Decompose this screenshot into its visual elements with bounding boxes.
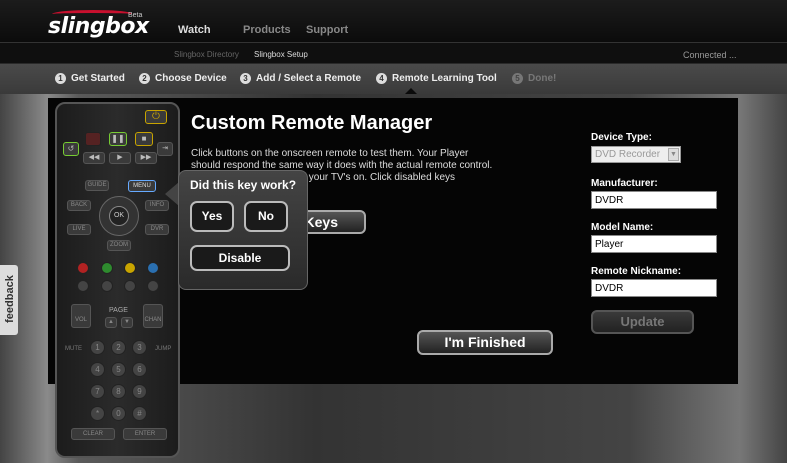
enter-button[interactable]: ENTER bbox=[123, 428, 167, 440]
mute-button[interactable]: MUTE bbox=[65, 346, 82, 352]
zoom-button[interactable]: ZOOM bbox=[107, 240, 131, 251]
guide-button[interactable]: GUIDE bbox=[85, 180, 109, 191]
sub-nav-bar: Slingbox Directory Slingbox Setup Connec… bbox=[0, 42, 787, 64]
step-choose-device: 2 Choose Device bbox=[139, 73, 227, 84]
digit-1[interactable]: 1 bbox=[90, 340, 105, 355]
replay-icon[interactable]: ↺ bbox=[63, 142, 79, 156]
jump-button[interactable]: JUMP bbox=[155, 346, 171, 352]
rewind-icon[interactable]: ◀◀ bbox=[83, 152, 105, 164]
update-button[interactable]: Update bbox=[591, 310, 694, 334]
fast-forward-icon[interactable]: ▶▶ bbox=[135, 152, 157, 164]
device-type-label: Device Type: bbox=[591, 132, 652, 143]
beta-badge: Beta bbox=[128, 12, 143, 19]
step-done: 5 Done! bbox=[512, 73, 556, 84]
extra-button-1[interactable] bbox=[77, 280, 89, 292]
remote-nickname-field[interactable]: DVDR bbox=[591, 279, 717, 297]
blue-button[interactable] bbox=[147, 262, 159, 274]
record-button[interactable] bbox=[85, 132, 101, 146]
yellow-button[interactable] bbox=[124, 262, 136, 274]
disable-button[interactable]: Disable bbox=[190, 245, 290, 271]
yes-button[interactable]: Yes bbox=[190, 201, 234, 232]
extra-button-4[interactable] bbox=[147, 280, 159, 292]
back-button[interactable]: BACK bbox=[67, 200, 91, 211]
extra-button-2[interactable] bbox=[101, 280, 113, 292]
extra-button-3[interactable] bbox=[124, 280, 136, 292]
digit-5[interactable]: 5 bbox=[111, 362, 126, 377]
connection-status: Connected ... bbox=[683, 50, 737, 60]
power-icon[interactable]: ⏻ bbox=[145, 110, 167, 124]
model-name-label: Model Name: bbox=[591, 222, 654, 233]
manufacturer-label: Manufacturer: bbox=[591, 178, 658, 189]
live-button[interactable]: LIVE bbox=[67, 224, 91, 235]
vol-button[interactable]: VOL bbox=[71, 304, 91, 328]
clear-button[interactable]: CLEAR bbox=[71, 428, 115, 440]
setup-steps-bar: 1 Get Started 2 Choose Device 3 Add / Selec… bbox=[0, 64, 787, 94]
digit-hash[interactable]: # bbox=[132, 406, 147, 421]
step-get-started: 1 Get Started bbox=[55, 73, 125, 84]
remote-nickname-label: Remote Nickname: bbox=[591, 266, 682, 277]
top-bar: slingbox Beta Watch Products Support bbox=[0, 0, 787, 42]
chevron-down-icon: ▼ bbox=[668, 148, 679, 161]
model-name-field[interactable]: Player bbox=[591, 235, 717, 253]
digit-7[interactable]: 7 bbox=[90, 384, 105, 399]
step-remote-learning-tool: 4 Remote Learning Tool bbox=[376, 73, 497, 84]
stop-icon[interactable]: ■ bbox=[135, 132, 153, 146]
subnav-slingbox-directory[interactable]: Slingbox Directory bbox=[174, 50, 239, 59]
menu-button[interactable]: MENU bbox=[128, 180, 156, 192]
step-add-select-remote: 3 Add / Select a Remote bbox=[240, 73, 361, 84]
digit-8[interactable]: 8 bbox=[111, 384, 126, 399]
page-label: PAGE bbox=[109, 307, 128, 314]
digit-4[interactable]: 4 bbox=[90, 362, 105, 377]
manufacturer-field[interactable]: DVDR bbox=[591, 191, 717, 209]
im-finished-button[interactable]: I'm Finished bbox=[417, 330, 553, 355]
no-button[interactable]: No bbox=[244, 201, 288, 232]
digit-9[interactable]: 9 bbox=[132, 384, 147, 399]
skip-icon[interactable]: ⇥ bbox=[157, 142, 173, 156]
digit-6[interactable]: 6 bbox=[132, 362, 147, 377]
feedback-tab[interactable]: feedback bbox=[0, 265, 18, 335]
digit-3[interactable]: 3 bbox=[132, 340, 147, 355]
subnav-slingbox-setup[interactable]: Slingbox Setup bbox=[254, 50, 308, 59]
nav-watch[interactable]: Watch bbox=[178, 24, 211, 36]
popup-pointer bbox=[165, 182, 179, 206]
popup-title: Did this key work? bbox=[190, 178, 297, 192]
green-button[interactable] bbox=[101, 262, 113, 274]
page-up-icon[interactable]: ▲ bbox=[105, 317, 117, 328]
nav-products[interactable]: Products bbox=[243, 24, 291, 36]
play-icon[interactable]: ▶ bbox=[109, 152, 131, 164]
page-title: Custom Remote Manager bbox=[191, 112, 433, 134]
pause-icon[interactable]: ❚❚ bbox=[109, 132, 127, 146]
red-button[interactable] bbox=[77, 262, 89, 274]
dvr-button[interactable]: DVR bbox=[145, 224, 169, 235]
ok-button[interactable]: OK bbox=[109, 206, 129, 226]
nav-support[interactable]: Support bbox=[306, 24, 348, 36]
onscreen-remote: ⏻ ❚❚ ■ ↺ ⇥ ◀◀ ▶ ▶▶ GUIDE MENU BACK INFO … bbox=[55, 102, 180, 458]
page-down-icon[interactable]: ▼ bbox=[121, 317, 133, 328]
chan-button[interactable]: CHAN bbox=[143, 304, 163, 328]
digit-2[interactable]: 2 bbox=[111, 340, 126, 355]
device-type-select[interactable]: DVD Recorder ▼ bbox=[591, 146, 681, 163]
digit-0[interactable]: 0 bbox=[111, 406, 126, 421]
digit-star[interactable]: * bbox=[90, 406, 105, 421]
